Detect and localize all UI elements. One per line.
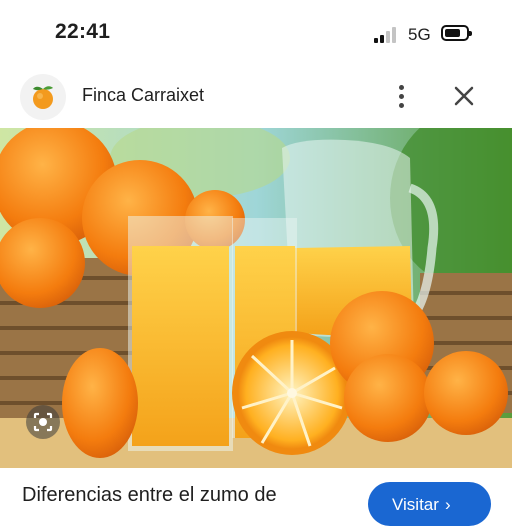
visit-label: Visitar — [392, 495, 439, 514]
result-header: Finca Carraixet — [0, 66, 512, 128]
visit-button[interactable]: Visitar › — [368, 482, 491, 526]
result-title[interactable]: Diferencias entre el zumo de — [22, 484, 277, 507]
site-logo[interactable] — [20, 74, 66, 120]
lens-search-button[interactable] — [26, 405, 60, 439]
result-image[interactable] — [0, 128, 512, 468]
network-type: 5G — [408, 25, 431, 44]
battery-icon — [441, 25, 472, 41]
status-time: 22:41 — [55, 20, 111, 43]
status-bar: 22:41 5G — [0, 0, 512, 66]
more-vertical-icon — [399, 85, 404, 90]
orange-fruit-icon — [33, 86, 53, 109]
lens-search-icon — [33, 412, 53, 432]
more-options-button[interactable] — [386, 81, 416, 113]
close-button[interactable] — [448, 80, 480, 112]
site-name[interactable]: Finca Carraixet — [82, 85, 204, 106]
signal-strength-icon — [374, 27, 400, 43]
chevron-right-icon: › — [444, 495, 451, 514]
close-icon — [454, 86, 474, 106]
